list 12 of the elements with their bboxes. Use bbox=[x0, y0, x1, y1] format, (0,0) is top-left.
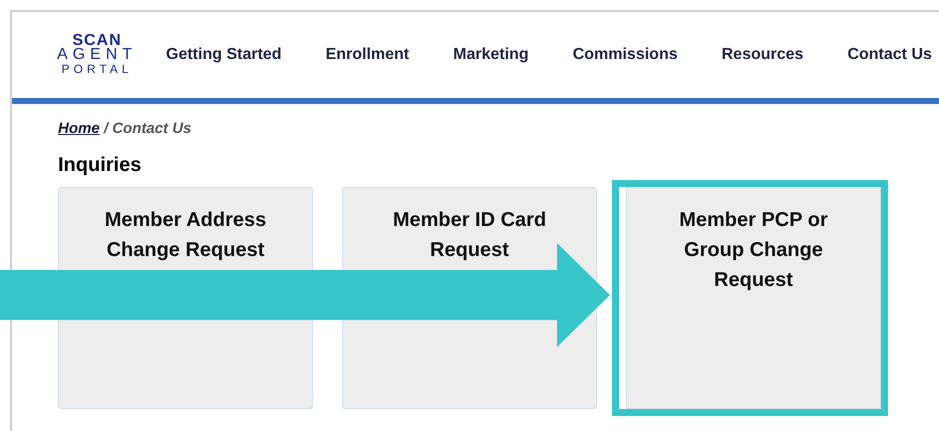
breadcrumb-link[interactable]: Home bbox=[58, 120, 100, 137]
nav-link[interactable]: Contact Us bbox=[847, 43, 932, 67]
nav-link[interactable]: Commissions bbox=[572, 43, 678, 67]
breadcrumb-current: / Contact Us bbox=[104, 120, 192, 137]
nav-link[interactable]: Resources bbox=[722, 43, 804, 67]
arrow-icon bbox=[0, 243, 611, 348]
nav-link[interactable]: Marketing bbox=[453, 43, 529, 67]
section-heading: Inquiries bbox=[58, 152, 142, 176]
inquiry-card[interactable]: Member PCP or Group Change Request bbox=[626, 186, 881, 408]
logo[interactable]: SCAN AGENT PORTAL bbox=[58, 34, 136, 76]
nav-link[interactable]: Getting Started bbox=[166, 43, 282, 67]
nav-link[interactable]: Enrollment bbox=[326, 43, 410, 67]
